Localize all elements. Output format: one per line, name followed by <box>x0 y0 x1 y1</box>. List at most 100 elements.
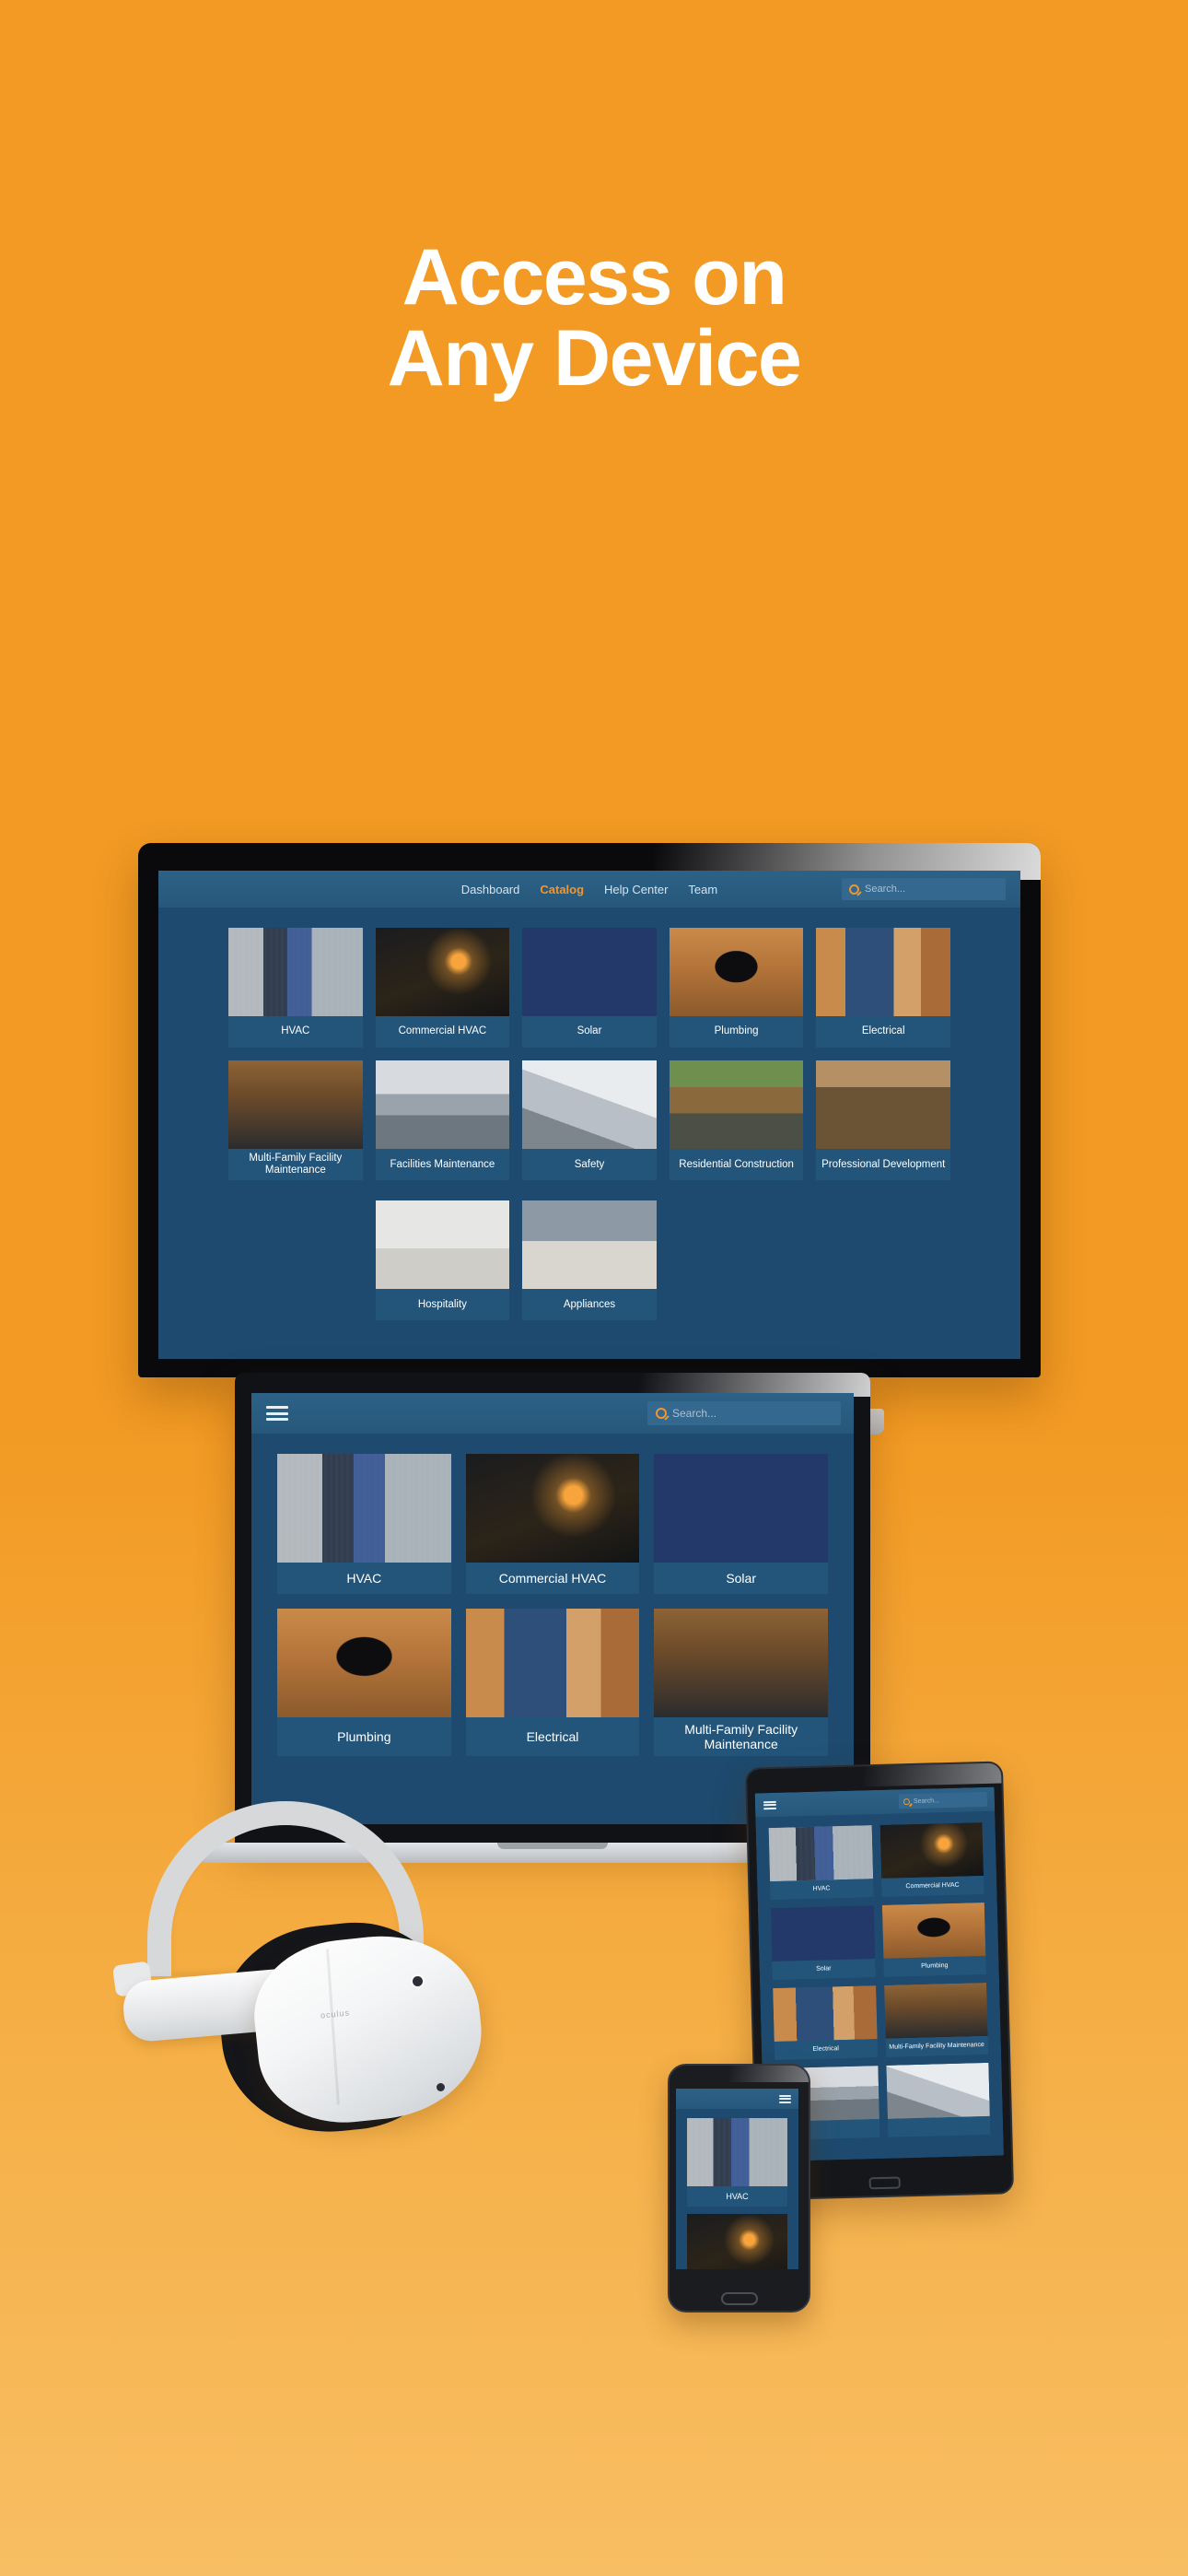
tile-thumbnail <box>770 1905 875 1962</box>
search-input[interactable]: Search... <box>672 1407 716 1420</box>
tile-label: Plumbing <box>337 1729 391 1745</box>
headline-line-1: Access on <box>402 233 787 322</box>
catalog-tile[interactable] <box>687 2214 787 2269</box>
catalog-tile[interactable]: Electrical <box>465 1609 640 1757</box>
desktop-topbar: Dashboard Catalog Help Center Team Searc… <box>158 871 1020 907</box>
hamburger-menu-icon[interactable] <box>266 1406 288 1421</box>
catalog-tile[interactable]: Multi-Family Facility Maintenance <box>228 1060 363 1181</box>
hamburger-menu-icon[interactable] <box>779 2094 791 2103</box>
laptop-topbar: Search... <box>251 1393 854 1434</box>
catalog-tile[interactable]: Commercial HVAC <box>375 928 510 1048</box>
phone-device: HVAC <box>668 2064 810 2313</box>
tile-label: Electrical <box>861 1025 905 1037</box>
tile-thumbnail <box>816 928 950 1016</box>
tile-label: Commercial HVAC <box>905 1881 960 1891</box>
tile-label: HVAC <box>281 1025 310 1037</box>
tile-thumbnail <box>885 2062 990 2119</box>
tile-thumbnail <box>654 1609 828 1717</box>
nav-item-dashboard[interactable]: Dashboard <box>461 883 520 896</box>
phone-screen-glare <box>729 2066 809 2082</box>
tile-label: Appliances <box>563 1298 616 1310</box>
catalog-tile[interactable]: Solar <box>770 1905 876 1981</box>
tile-thumbnail <box>465 1609 640 1717</box>
desktop-catalog-grid: HVAC Commercial HVAC Solar Plumbing Elec… <box>158 907 1020 1200</box>
vr-camera-icon <box>413 1976 423 1986</box>
tile-thumbnail <box>522 1200 657 1290</box>
tile-thumbnail <box>816 1060 950 1149</box>
tile-thumbnail <box>522 928 657 1016</box>
catalog-tile[interactable]: Electrical <box>816 928 950 1048</box>
laptop-notch <box>497 1843 608 1849</box>
tile-thumbnail <box>883 1982 988 2039</box>
promo-page: Access on Any Device Dashboard Catalog H… <box>0 0 1188 2576</box>
tile-label: Facilities Maintenance <box>390 1158 495 1170</box>
catalog-tile[interactable]: Hospitality <box>375 1200 510 1321</box>
nav-item-help-center[interactable]: Help Center <box>604 883 668 896</box>
desktop-search-box[interactable]: Search... <box>842 878 1006 900</box>
tile-thumbnail <box>669 928 804 1016</box>
catalog-tile[interactable]: Multi-Family Facility Maintenance <box>654 1609 828 1757</box>
tablet-search-box[interactable]: Search... <box>898 1791 988 1809</box>
tile-label: Hospitality <box>417 1298 467 1310</box>
tile-label: Electrical <box>526 1729 579 1745</box>
tile-label: HVAC <box>812 1885 831 1892</box>
tile-label: Residential Construction <box>679 1158 794 1170</box>
tile-thumbnail <box>228 1060 363 1149</box>
tile-thumbnail <box>881 1902 986 1959</box>
tile-thumbnail <box>879 1822 984 1879</box>
catalog-tile[interactable]: HVAC <box>228 928 363 1048</box>
tile-label: Plumbing <box>714 1025 759 1037</box>
phone-topbar <box>676 2089 798 2109</box>
tablet-screen-glare <box>862 1762 1002 1787</box>
catalog-tile[interactable]: HVAC <box>277 1454 451 1594</box>
phone-catalog-grid: HVAC <box>676 2109 798 2269</box>
tile-label: Commercial HVAC <box>398 1025 487 1037</box>
catalog-tile[interactable]: Professional Development <box>816 1060 950 1181</box>
hamburger-menu-icon[interactable] <box>763 1800 777 1809</box>
tile-label: Commercial HVAC <box>498 1570 607 1586</box>
catalog-tile[interactable]: Plumbing <box>669 928 804 1048</box>
search-input[interactable]: Search... <box>865 884 905 895</box>
catalog-tile[interactable]: Electrical <box>773 1985 878 2061</box>
tile-thumbnail <box>687 2118 787 2186</box>
tile-label: HVAC <box>726 2191 749 2201</box>
tablet-home-button[interactable] <box>868 2176 901 2190</box>
catalog-tile[interactable]: Solar <box>522 928 657 1048</box>
tile-thumbnail <box>465 1454 640 1563</box>
tile-label <box>887 2116 990 2137</box>
nav-item-team[interactable]: Team <box>688 883 717 896</box>
tile-thumbnail <box>375 928 510 1016</box>
tile-label: Electrical <box>812 2045 839 2053</box>
catalog-tile[interactable]: Safety <box>522 1060 657 1181</box>
catalog-tile[interactable] <box>885 2062 991 2137</box>
tile-thumbnail <box>277 1454 451 1563</box>
phone-screen: HVAC <box>676 2089 798 2269</box>
tile-label: Safety <box>574 1158 605 1170</box>
tile-label: Solar <box>577 1025 602 1037</box>
tile-label: Multi-Family Facility Maintenance <box>249 1153 343 1177</box>
catalog-tile[interactable]: Solar <box>654 1454 828 1594</box>
nav-item-catalog[interactable]: Catalog <box>540 883 584 896</box>
search-icon <box>903 1797 911 1805</box>
catalog-tile[interactable]: HVAC <box>687 2118 787 2207</box>
tile-label: Solar <box>816 1965 832 1973</box>
tile-thumbnail <box>522 1060 657 1149</box>
search-input[interactable]: Search... <box>914 1797 939 1805</box>
tile-label: Plumbing <box>921 1962 949 1970</box>
catalog-tile[interactable]: Residential Construction <box>669 1060 804 1181</box>
tile-thumbnail <box>375 1200 510 1290</box>
desktop-screen: Dashboard Catalog Help Center Team Searc… <box>158 871 1020 1359</box>
tile-thumbnail <box>228 928 363 1016</box>
tile-thumbnail <box>277 1609 451 1717</box>
catalog-tile[interactable]: Multi-Family Facility Maintenance <box>883 1982 989 2057</box>
phone-home-button[interactable] <box>720 2292 758 2305</box>
catalog-tile[interactable]: Commercial HVAC <box>879 1822 984 1897</box>
catalog-tile[interactable]: Facilities Maintenance <box>375 1060 510 1181</box>
catalog-tile[interactable]: Plumbing <box>881 1902 986 1977</box>
catalog-tile[interactable]: Appliances <box>522 1200 657 1321</box>
laptop-search-box[interactable]: Search... <box>647 1401 841 1425</box>
tile-thumbnail <box>669 1060 804 1149</box>
catalog-tile[interactable]: Plumbing <box>277 1609 451 1757</box>
catalog-tile[interactable]: Commercial HVAC <box>465 1454 640 1594</box>
catalog-tile[interactable]: HVAC <box>768 1825 874 1901</box>
